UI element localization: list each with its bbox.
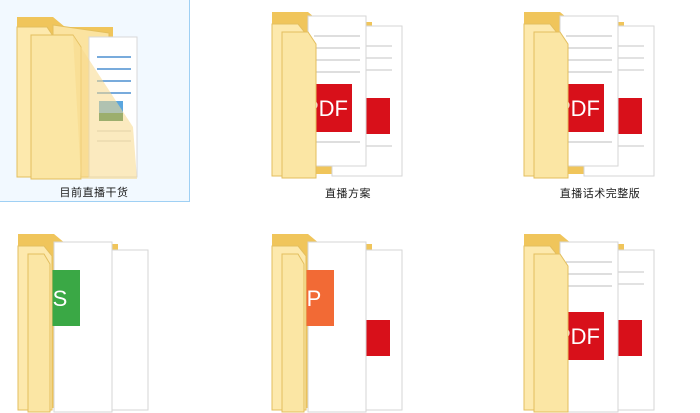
folder-ppt-icon: P xyxy=(271,234,403,413)
ppt-badge-text: P xyxy=(307,286,322,311)
folder-xls-icon: S xyxy=(17,234,149,413)
folder-label: 目前直播干货 xyxy=(59,186,129,199)
folder-item[interactable]: 目前直播干货 xyxy=(0,0,190,202)
folder-label: 直播话术完整版 xyxy=(559,187,641,200)
folder-item[interactable]: P xyxy=(252,218,444,413)
folder-pdf-icon: PDF xyxy=(271,12,403,179)
folder-pdf-icon: PDF xyxy=(523,12,655,179)
folder-item[interactable]: PDF 直播方案 xyxy=(252,0,444,204)
xls-badge-text: S xyxy=(53,286,68,311)
folder-label: 直播方案 xyxy=(325,187,371,200)
folder-item[interactable]: PDF xyxy=(504,218,696,413)
folder-pdf-icon: PDF xyxy=(523,234,655,413)
folder-icon xyxy=(16,17,138,180)
file-explorer-grid: 目前直播干货 PDF 直播方案 PDF 直播话术完整版 S P PDF xyxy=(0,0,700,413)
folder-item[interactable]: S xyxy=(0,218,192,413)
folder-item[interactable]: PDF 直播话术完整版 xyxy=(504,0,696,204)
